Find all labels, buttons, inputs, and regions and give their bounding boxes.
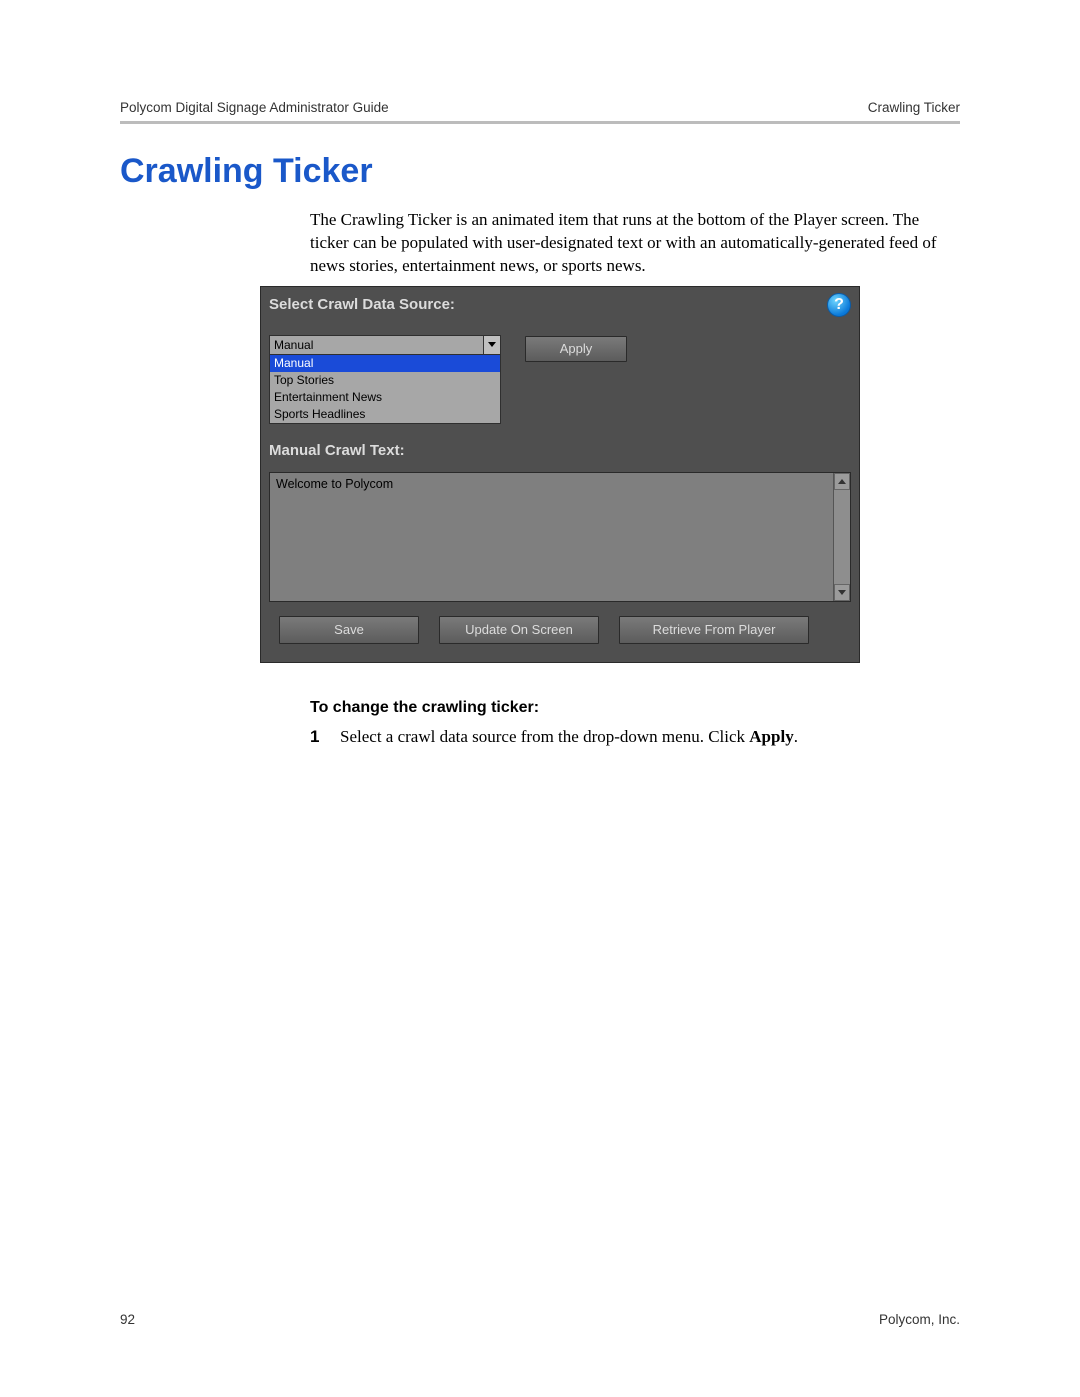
apply-button[interactable]: Apply	[525, 336, 627, 362]
chevron-down-icon[interactable]	[483, 336, 500, 354]
step-1: 1 Select a crawl data source from the dr…	[310, 727, 960, 747]
crawl-settings-panel: Select Crawl Data Source: ? Manual Manua…	[260, 286, 860, 663]
dropdown-option-entertainment[interactable]: Entertainment News	[270, 389, 500, 406]
header-right: Crawling Ticker	[868, 100, 960, 115]
step-text-c: .	[794, 727, 798, 746]
dropdown-option-manual[interactable]: Manual	[270, 355, 500, 372]
header-rule	[120, 121, 960, 124]
scroll-down-icon[interactable]	[834, 584, 850, 601]
header-left: Polycom Digital Signage Administrator Gu…	[120, 100, 389, 115]
scroll-up-icon[interactable]	[834, 473, 850, 490]
manual-crawl-textarea[interactable]: Welcome to Polycom	[270, 473, 833, 601]
intro-paragraph: The Crawling Ticker is an animated item …	[310, 209, 960, 278]
footer-company: Polycom, Inc.	[879, 1312, 960, 1327]
step-text-a: Select a crawl data source from the drop…	[340, 727, 749, 746]
procedure-heading: To change the crawling ticker:	[310, 699, 960, 717]
dropdown-option-top-stories[interactable]: Top Stories	[270, 372, 500, 389]
combobox-value: Manual	[270, 336, 483, 354]
dropdown-option-sports[interactable]: Sports Headlines	[270, 406, 500, 423]
crawl-source-combobox[interactable]: Manual	[269, 335, 501, 355]
step-text: Select a crawl data source from the drop…	[340, 727, 798, 747]
update-on-screen-button[interactable]: Update On Screen	[439, 616, 599, 644]
section-title: Crawling Ticker	[120, 152, 960, 191]
step-text-b: Apply	[749, 727, 793, 746]
retrieve-from-player-button[interactable]: Retrieve From Player	[619, 616, 809, 644]
manual-crawl-label: Manual Crawl Text:	[269, 442, 405, 459]
source-label: Select Crawl Data Source:	[269, 296, 455, 313]
textarea-scrollbar[interactable]	[833, 473, 850, 601]
page-number: 92	[120, 1312, 135, 1327]
save-button[interactable]: Save	[279, 616, 419, 644]
crawl-source-dropdown[interactable]: Manual Top Stories Entertainment News Sp…	[269, 355, 501, 424]
help-icon[interactable]: ?	[827, 293, 851, 317]
step-number: 1	[310, 727, 322, 747]
